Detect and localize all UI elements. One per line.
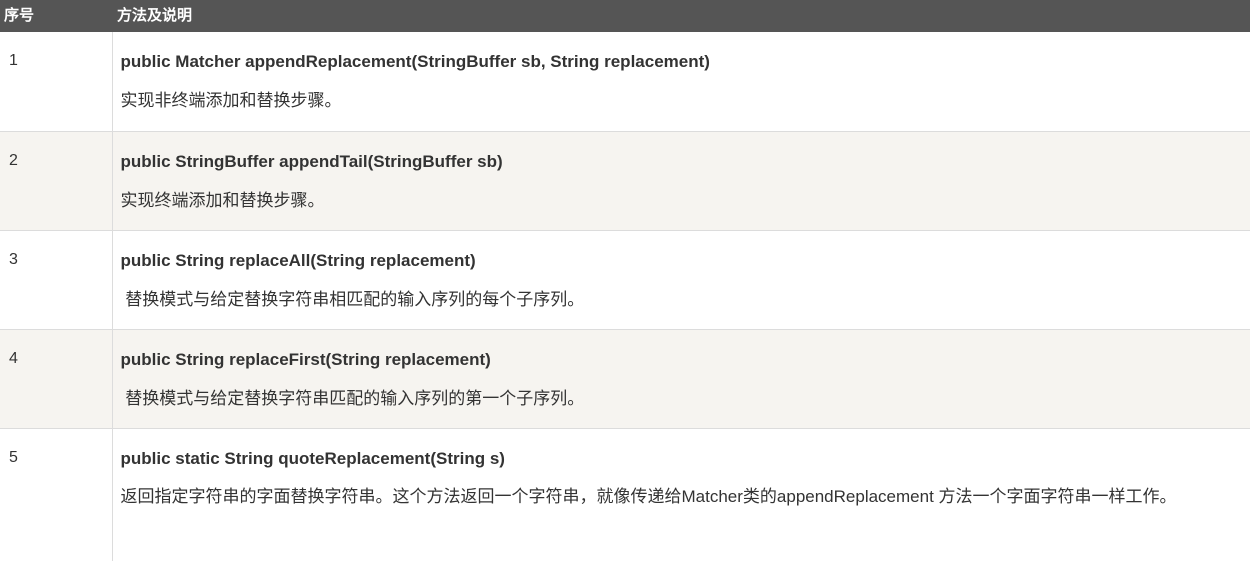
header-row: 序号 方法及说明 bbox=[0, 0, 1250, 32]
row-content: public StringBuffer appendTail(StringBuf… bbox=[112, 131, 1250, 231]
row-number: 1 bbox=[0, 32, 113, 132]
table-header: 序号 方法及说明 bbox=[0, 0, 1250, 32]
method-description: 实现非终端添加和替换步骤。 bbox=[120, 91, 342, 110]
row-content: public String replaceFirst(String replac… bbox=[112, 329, 1250, 429]
method-description: 实现终端添加和替换步骤。 bbox=[120, 190, 325, 210]
row-number: 5 bbox=[0, 428, 113, 561]
table-row: 2 public StringBuffer appendTail(StringB… bbox=[0, 131, 1250, 231]
method-signature: public Matcher appendReplacement(StringB… bbox=[120, 52, 710, 71]
method-description: 替换模式与给定替换字符串相匹配的输入序列的每个子序列。 bbox=[120, 289, 585, 309]
row-number: 4 bbox=[0, 329, 113, 429]
method-signature: public StringBuffer appendTail(StringBuf… bbox=[120, 151, 503, 171]
method-signature: public String replaceFirst(String replac… bbox=[120, 349, 491, 369]
row-number: 3 bbox=[0, 230, 113, 330]
row-content: public Matcher appendReplacement(StringB… bbox=[112, 32, 1250, 132]
table-row: 3 public String replaceAll(String replac… bbox=[0, 230, 1250, 330]
method-signature: public static String quoteReplacement(St… bbox=[120, 448, 505, 468]
method-description: 替换模式与给定替换字符串匹配的输入序列的第一个子序列。 bbox=[120, 388, 585, 408]
header-num: 序号 bbox=[0, 0, 112, 32]
table-body: 1 public Matcher appendReplacement(Strin… bbox=[0, 32, 1250, 561]
table-row: 5 public static String quoteReplacement(… bbox=[0, 428, 1250, 561]
method-description: 返回指定字符串的字面替换字符串。这个方法返回一个字符串，就像传递给Matcher… bbox=[120, 486, 1177, 506]
table-row: 1 public Matcher appendReplacement(Strin… bbox=[0, 32, 1250, 132]
method-table: 序号 方法及说明 1 public Matcher appendReplacem… bbox=[0, 0, 1250, 561]
row-content: public static String quoteReplacement(St… bbox=[112, 428, 1250, 561]
row-content: public String replaceAll(String replacem… bbox=[112, 230, 1250, 330]
row-number: 2 bbox=[0, 131, 113, 231]
method-signature: public String replaceAll(String replacem… bbox=[120, 250, 476, 270]
header-desc: 方法及说明 bbox=[112, 0, 1250, 32]
table-row: 4 public String replaceFirst(String repl… bbox=[0, 329, 1250, 429]
